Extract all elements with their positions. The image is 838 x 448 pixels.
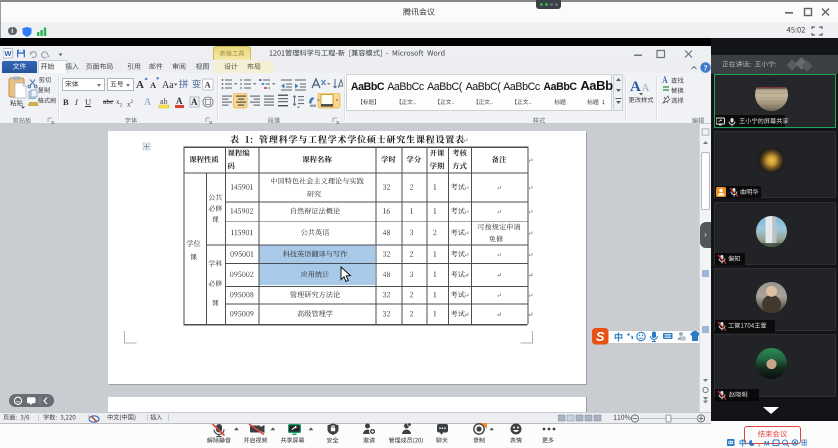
svg-text:中: 中 — [614, 331, 623, 342]
svg-text:中: 中 — [739, 439, 747, 447]
svg-text:,: , — [758, 441, 760, 448]
svg-text:S: S — [596, 329, 605, 344]
svg-text:M: M — [764, 441, 769, 448]
